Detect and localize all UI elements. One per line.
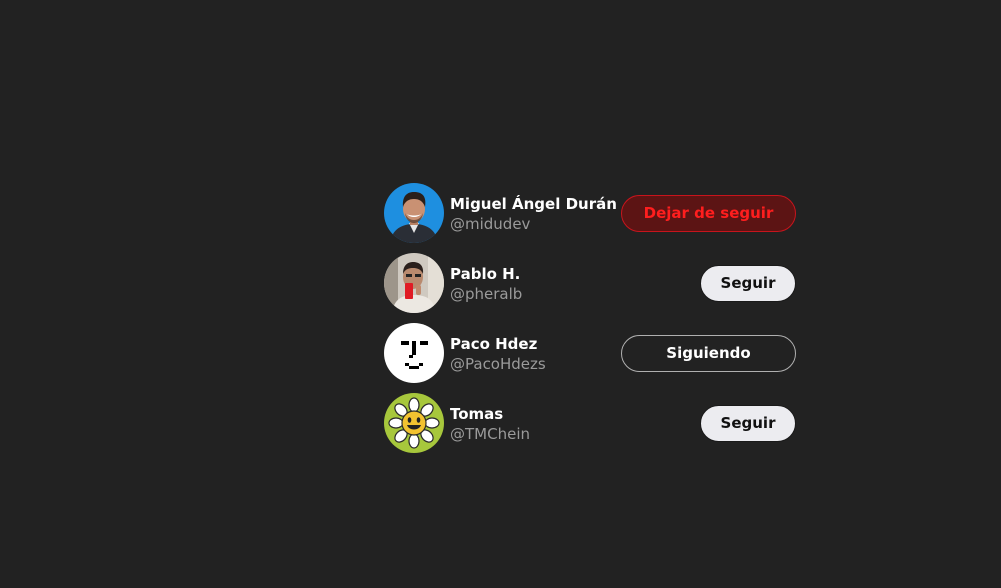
avatar — [384, 253, 444, 313]
follow-button[interactable]: Seguir — [700, 405, 796, 442]
user-name: Miguel Ángel Durán — [450, 195, 617, 213]
follow-button[interactable]: Seguir — [700, 265, 796, 302]
follow-card: Paco Hdez @PacoHdezs Siguiendo — [384, 323, 796, 383]
user-handle: @PacoHdezs — [450, 355, 546, 373]
unfollow-button[interactable]: Dejar de seguir — [621, 195, 796, 232]
follow-card: Miguel Ángel Durán @midudev Dejar de seg… — [384, 183, 796, 243]
avatar — [384, 393, 444, 453]
following-button[interactable]: Siguiendo — [621, 335, 796, 372]
user-info: Paco Hdez @PacoHdezs — [450, 334, 546, 374]
user-name: Pablo H. — [450, 265, 521, 283]
user-handle: @TMChein — [450, 425, 530, 443]
user-handle: @midudev — [450, 215, 531, 233]
user-name: Paco Hdez — [450, 335, 538, 353]
avatar — [384, 323, 444, 383]
avatar — [384, 183, 444, 243]
user-info: Pablo H. @pheralb — [450, 264, 522, 304]
follow-list: Miguel Ángel Durán @midudev Dejar de seg… — [384, 183, 796, 463]
user-info: Miguel Ángel Durán @midudev — [450, 194, 617, 234]
follow-card: Tomas @TMChein Seguir — [384, 393, 796, 453]
user-handle: @pheralb — [450, 285, 523, 303]
follow-card: Pablo H. @pheralb Seguir — [384, 253, 796, 313]
user-info: Tomas @TMChein — [450, 404, 530, 444]
user-name: Tomas — [450, 405, 504, 423]
